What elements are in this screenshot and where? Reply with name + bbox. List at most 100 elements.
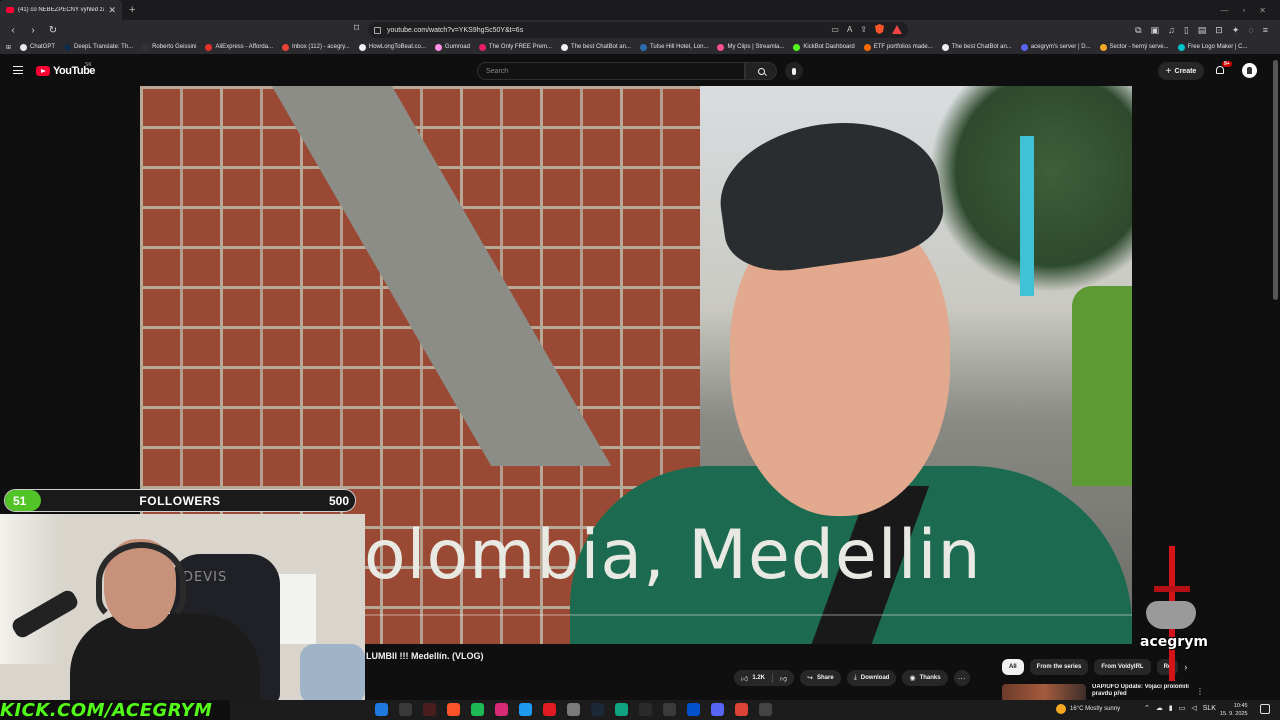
bookmark-item[interactable]: ETF portfolios made...	[863, 43, 933, 51]
thanks-label: Thanks	[919, 675, 941, 681]
more-actions-button[interactable]: ···	[953, 670, 970, 686]
close-window-icon[interactable]: ✕	[1259, 6, 1266, 15]
tray-overflow-icon[interactable]: ⌃	[1144, 704, 1150, 712]
guide-menu-icon[interactable]	[13, 66, 23, 74]
mic-tray-icon[interactable]: ▮	[1169, 704, 1173, 712]
files-icon[interactable]	[567, 703, 580, 716]
share-page-icon[interactable]: ⇪	[860, 25, 867, 34]
extension-icon[interactable]: ⧉	[1135, 25, 1141, 36]
trello-icon[interactable]	[687, 703, 700, 716]
opera-icon[interactable]	[543, 703, 556, 716]
bookmark-icon[interactable]: ⌑	[354, 23, 364, 36]
translate-icon[interactable]: A	[847, 25, 852, 34]
weather-widget[interactable]: 16°C Mostly sunny	[1056, 704, 1120, 714]
account-avatar[interactable]	[1242, 63, 1257, 78]
bookmark-item[interactable]: AliExpress - Afforda...	[205, 43, 273, 51]
notification-center-icon[interactable]	[1260, 704, 1270, 714]
sun-icon	[1056, 704, 1066, 714]
bookmark-favicon-icon	[478, 43, 486, 51]
app-icon[interactable]	[759, 703, 772, 716]
discord-icon[interactable]	[711, 703, 724, 716]
language-indicator[interactable]: SLK	[1203, 705, 1216, 712]
bookmark-item[interactable]: KickBot Dashboard	[793, 43, 855, 51]
youtube-logo[interactable]: YouTube SK	[36, 62, 95, 77]
notion-icon[interactable]	[663, 703, 676, 716]
bookmark-item[interactable]: Inbox (112) - acegry...	[282, 43, 350, 51]
spotify-icon[interactable]	[471, 703, 484, 716]
like-button[interactable]: 👍︎ 1.2K	[734, 670, 772, 686]
sidebar-toggle-icon[interactable]: ▯	[1184, 25, 1189, 36]
wallet-icon[interactable]: ▣	[1151, 25, 1160, 36]
bookmark-item[interactable]: The best ChatBot an...	[941, 43, 1012, 51]
download-button[interactable]: ⤓ Download	[846, 670, 897, 686]
recommended-title[interactable]: UAP/UFO Update: Vojáci prolomili pravdu …	[1092, 684, 1192, 698]
share-button[interactable]: ↪ Share	[800, 670, 841, 686]
minimize-icon[interactable]: —	[1220, 6, 1228, 15]
video-actions: 👍︎ 1.2K 👎︎ ↪ Share ⤓ Download ◉ Thanks ·…	[734, 670, 970, 686]
create-button[interactable]: + Create	[1158, 62, 1204, 80]
tab-search-icon[interactable]: ▤	[1198, 25, 1207, 36]
notifications-button[interactable]: 9+	[1215, 61, 1232, 75]
twitter-icon[interactable]	[519, 703, 532, 716]
new-tab-button[interactable]: +	[129, 4, 135, 16]
bookmark-item[interactable]: acegrym's server | D...	[1020, 43, 1091, 51]
bookmark-item[interactable]: Tulse Hill Hotel, Lon...	[639, 43, 708, 51]
search-box[interactable]	[477, 62, 745, 80]
chip-all[interactable]: All	[1002, 659, 1024, 675]
bookmark-item[interactable]: Free Logo Maker | C...	[1177, 43, 1247, 51]
capcut-icon[interactable]	[639, 703, 652, 716]
edge-icon[interactable]	[375, 703, 388, 716]
leo-ai-icon[interactable]: ✦	[1232, 25, 1240, 36]
maximize-icon[interactable]: ▫	[1242, 6, 1245, 15]
network-icon[interactable]: ▭	[1179, 704, 1186, 712]
bookmark-item[interactable]: The best ChatBot an...	[560, 43, 631, 51]
close-tab-icon[interactable]: ✕	[108, 5, 116, 16]
steam-icon[interactable]	[591, 703, 604, 716]
bookmark-favicon-icon	[1177, 43, 1185, 51]
site-info-icon[interactable]	[374, 26, 381, 34]
search-input[interactable]	[486, 67, 744, 75]
video-title: LUMBII !!! Medellín. (VLOG)	[366, 651, 484, 661]
search-button[interactable]	[745, 62, 777, 80]
apps-grid-icon[interactable]: ⊞	[6, 44, 11, 51]
terminal-icon[interactable]	[423, 703, 436, 716]
chip-from-the-series[interactable]: From the series	[1029, 659, 1089, 675]
bookmark-item[interactable]: DeepL Translate: Th...	[64, 43, 133, 51]
instagram-icon[interactable]	[495, 703, 508, 716]
brave-rewards-icon[interactable]	[892, 24, 902, 34]
cloud-icon[interactable]: ☁	[1156, 704, 1163, 712]
share-label: Share	[817, 675, 834, 681]
thanks-button[interactable]: ◉ Thanks	[902, 670, 948, 686]
vpn-icon[interactable]: ⊡	[1215, 25, 1223, 36]
reload-icon[interactable]: ↻	[46, 23, 60, 37]
back-icon[interactable]: ‹	[6, 23, 20, 37]
page-scrollbar[interactable]	[1273, 60, 1278, 300]
bookmark-item[interactable]: HowLongToBeat.co...	[358, 43, 426, 51]
bookmark-item[interactable]: Gumroad	[434, 43, 470, 51]
menu-icon[interactable]: ≡	[1263, 25, 1268, 35]
taskbar-clock[interactable]: 10:45 15. 9. 2025	[1220, 702, 1248, 718]
dislike-button[interactable]: 👎︎	[773, 670, 794, 686]
brave-shields-icon[interactable]	[875, 24, 884, 34]
cast-icon[interactable]: ▭	[831, 25, 839, 34]
chatgpt-icon[interactable]	[615, 703, 628, 716]
bookmark-item[interactable]: Roberto Geissini	[142, 43, 196, 51]
volume-icon[interactable]: ◁	[1191, 704, 1196, 712]
bookmark-item[interactable]: ChatGPT	[20, 43, 55, 51]
chrome-icon[interactable]	[735, 703, 748, 716]
address-bar[interactable]: youtube.com/watch?v=YKS9hgSc50Y&t=6s ▭ A…	[368, 22, 908, 38]
voice-search-button[interactable]	[785, 62, 803, 80]
brave-icon[interactable]	[447, 703, 460, 716]
calculator-icon[interactable]	[399, 703, 412, 716]
bookmark-item[interactable]: Sector - herný serve...	[1099, 43, 1169, 51]
bookmark-item[interactable]: The Only FREE Prem...	[478, 43, 552, 51]
media-icon[interactable]: ♫	[1168, 25, 1175, 35]
video-progress-bar[interactable]	[364, 614, 1132, 616]
followers-label: FOLLOWERS	[139, 493, 221, 508]
bookmark-item[interactable]: My Clips | Streamla...	[717, 43, 784, 51]
profile-icon[interactable]: ◌	[1248, 25, 1253, 35]
forward-icon[interactable]: ›	[26, 23, 40, 37]
bookmark-favicon-icon	[1020, 43, 1028, 51]
recommended-menu-icon[interactable]: ⋮	[1196, 687, 1204, 696]
browser-tab-youtube[interactable]: (41) co NEBEZPEČNÝ výhled za ✕	[0, 0, 122, 20]
